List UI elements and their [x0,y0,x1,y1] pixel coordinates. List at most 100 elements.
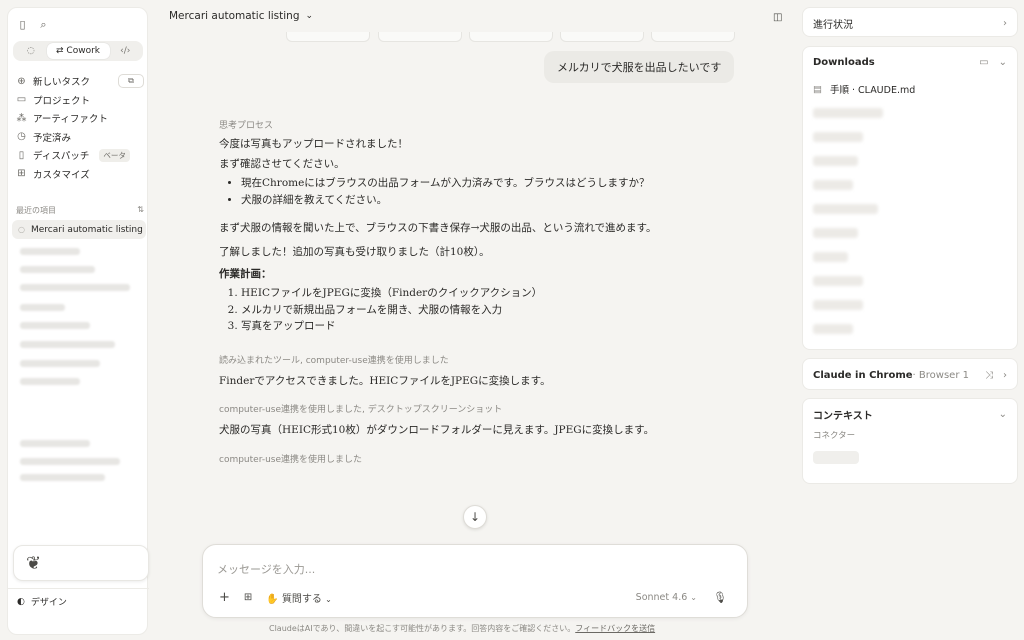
chat-tab[interactable]: ◌ [15,43,47,59]
recent-item-blurred[interactable] [20,458,120,465]
sidebar-item-label: アーティファクト [33,114,108,126]
plus-icon[interactable]: + [219,590,230,605]
list-item: メルカリで新規出品フォームを開き、犬服の情報を入力 [241,303,739,319]
user-message: メルカリで犬服を出品したいです [544,51,735,83]
download-item-blurred[interactable] [803,245,1017,269]
question-button[interactable]: ✋ 質問する ⌄ [266,590,332,605]
context-title: コンテキスト [813,410,873,422]
message-line: 犬服の写真（HEIC形式10枚）がダウンロードフォルダーに見えます。JPEGに変… [219,423,655,436]
chrome-card[interactable]: Claude in Chrome· Browser 1 ⤨ › [802,358,1018,390]
cowork-icon: ⇄ [56,46,64,56]
recent-item-blurred[interactable] [20,440,90,447]
connector-chip-blurred[interactable] [813,451,859,464]
download-item-blurred[interactable] [803,173,1017,197]
filter-icon[interactable]: ⇅ [137,205,144,216]
tool-use-summary[interactable]: 読み込まれたツール, computer-use連携を使用しました [219,355,739,369]
chevron-down-icon: ⌄ [690,593,697,602]
sidebar-item-artifacts[interactable]: ⁂ アーティファクト [16,109,144,128]
panel-toggle-icon[interactable]: ◫ [773,12,782,23]
message-line: Finderでアクセスできました。HEICファイルをJPEGに変換します。 [219,374,551,387]
sidebar-item-label: ディスパッチ [33,151,90,163]
tool-use-summary[interactable]: computer-use連携を使用しました, デスクトップスクリーンショット [219,404,739,418]
download-item-blurred[interactable] [803,317,1017,341]
recent-item-blurred[interactable] [20,474,105,481]
recent-item-blurred[interactable] [20,248,80,255]
chevron-down-icon[interactable]: ⌄ [999,57,1007,68]
microphone-icon[interactable]: 🎙 [713,591,727,604]
conversation-title: Mercari automatic listing [169,10,300,22]
sidebar-toggle-icon[interactable]: ▯ [16,18,29,31]
code-tab[interactable]: ‹/› [110,43,142,59]
recent-item-blurred[interactable] [20,322,90,329]
progress-title: 進行状況 [813,19,853,31]
new-window-button[interactable]: ⧉ [118,74,144,89]
status-dot-icon: ○ [18,225,25,234]
sidebar-item-new-task[interactable]: ⊕ 新しいタスク ⧉ [16,72,144,91]
sidebar-item-customize[interactable]: ⊞ カスタマイズ [16,165,144,184]
recent-item-active[interactable]: ○ Mercari automatic listing [12,220,146,239]
progress-card[interactable]: 進行状況 › [802,7,1018,37]
chevron-right-icon: › [1003,369,1007,381]
tab-cowork[interactable]: ⇄ Cowork [46,43,110,59]
recent-heading: 最近の項目 [16,206,56,215]
connector-label: コネクター [813,431,856,441]
download-item-blurred[interactable] [803,149,1017,173]
sidebar-item-dispatch[interactable]: ▯ ディスパッチ ベータ [16,146,144,165]
download-item-blurred[interactable] [803,101,1017,125]
download-item[interactable]: ▤ 手順 · CLAUDE.md [803,77,1017,101]
composer: メッセージを入力... + ⊞ ✋ 質問する ⌄ Sonnet 4.6 ⌄ 🎙 [202,544,748,618]
design-item[interactable]: ◐ デザイン [8,588,149,614]
download-item-label: 手順 · CLAUDE.md [829,85,916,96]
attachment-chip[interactable] [378,32,462,42]
customize-icon: ⊞ [17,168,26,180]
beta-badge: ベータ [99,148,130,162]
chat-icon: ◌ [26,46,35,56]
palette-icon: ◐ [17,596,25,607]
shuffle-icon[interactable]: ⤨ [985,370,993,381]
disclaimer: ClaudeはAIであり、間違いを起こす可能性があります。回答内容をご確認くださ… [269,623,655,634]
message-line: まず確認させてください。 [219,158,345,171]
chevron-right-icon: › [1003,17,1007,29]
tool-use-summary[interactable]: computer-use連携を使用しました [219,454,739,468]
leaf-card[interactable]: ❦ [13,545,149,581]
dispatch-icon: ▯ [18,149,25,161]
sidebar-item-label: カスタマイズ [33,169,90,181]
download-item-blurred[interactable] [803,125,1017,149]
folder-upload-icon[interactable]: ⊞ [244,592,252,603]
message-input[interactable]: メッセージを入力... [217,561,315,577]
download-item-blurred[interactable] [803,293,1017,317]
list-item: HEICファイルをJPEGに変換（Finderのクイックアクション） [241,286,739,302]
chrome-subtitle: · Browser 1 [912,369,969,381]
conversation-header[interactable]: Mercari automatic listing ⌄ [169,10,313,22]
feedback-link[interactable]: フィードバックを送信 [575,624,655,633]
sidebar-item-label: 予定済み [33,132,72,144]
attachment-chip[interactable] [560,32,644,42]
sidebar-item-label: 新しいタスク [33,77,91,89]
design-label: デザイン [30,598,67,608]
download-item-blurred[interactable] [803,197,1017,221]
attachment-chip[interactable] [651,32,735,42]
sidebar-item-label: プロジェクト [33,95,91,107]
recent-item-blurred[interactable] [20,304,65,311]
message-line: 今度は写真もアップロードされました！ [219,137,408,150]
attachment-chip[interactable] [469,32,553,42]
download-item-blurred[interactable] [803,269,1017,293]
thinking-toggle[interactable]: 思考プロセス [219,120,739,134]
recent-item-blurred[interactable] [20,266,95,273]
sidebar-item-scheduled[interactable]: ◷ 予定済み [16,128,144,147]
search-icon[interactable]: ⌕ [37,18,50,31]
model-selector[interactable]: Sonnet 4.6 ⌄ [636,592,697,603]
scroll-down-button[interactable]: ↓ [463,505,487,529]
recent-item-blurred[interactable] [20,360,100,367]
recent-item-blurred[interactable] [20,378,80,385]
attachment-chip[interactable] [286,32,370,42]
recent-item-blurred[interactable] [20,284,130,291]
folder-icon[interactable]: ▭ [979,57,988,68]
code-icon: ‹/› [120,46,131,56]
list-item: 現在Chromeにはブラウスの出品フォームが入力済みです。ブラウスはどうしますか… [241,176,739,192]
recent-item-blurred[interactable] [20,341,115,348]
sidebar-item-projects[interactable]: ▭ プロジェクト [16,91,144,110]
question-label: 質問する [281,594,322,605]
chevron-down-icon[interactable]: ⌄ [999,409,1007,420]
download-item-blurred[interactable] [803,221,1017,245]
